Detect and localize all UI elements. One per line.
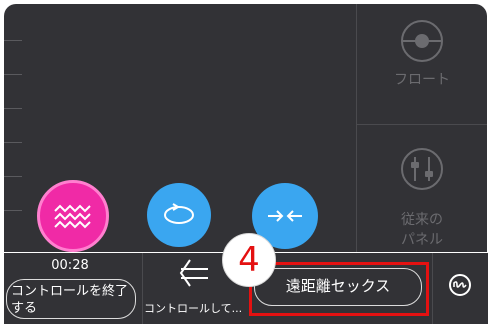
signal-wave-button[interactable] — [437, 262, 483, 308]
arrows-inward-icon — [268, 210, 302, 222]
step-number-badge: 4 — [222, 233, 276, 287]
ruler-tick — [4, 142, 22, 143]
session-timer: 00:28 — [51, 258, 89, 273]
swap-control-button[interactable] — [176, 256, 212, 296]
side-panel-divider — [357, 124, 487, 125]
ruler-tick — [4, 108, 22, 109]
control-status-label: コントロールして... — [144, 302, 243, 315]
ruler-tick — [4, 176, 22, 177]
wave-icon — [54, 204, 91, 229]
highlight-box — [249, 262, 429, 316]
wave-mode-button[interactable] — [37, 180, 109, 252]
intensity-ruler — [4, 4, 28, 252]
swap-arrows-icon — [179, 259, 208, 287]
rotate-icon — [164, 203, 194, 224]
bottom-divider — [142, 253, 143, 324]
bottom-divider — [432, 253, 433, 324]
classic-panel-button[interactable]: 従来の パネル — [357, 146, 487, 250]
signal-wave-icon — [449, 274, 471, 296]
float-label: フロート — [394, 72, 450, 88]
sliders-icon — [401, 148, 443, 190]
ruler-tick — [4, 210, 22, 211]
end-control-button[interactable]: コントロールを終了する — [6, 279, 136, 319]
ruler-tick — [4, 74, 22, 75]
rotate-mode-button[interactable] — [147, 183, 211, 247]
classic-label-line2: パネル — [401, 232, 443, 248]
classic-label-line1: 従来の — [401, 212, 443, 228]
float-mode-button[interactable]: フロート — [357, 18, 487, 90]
float-icon — [401, 20, 443, 62]
app-screen: フロート 従来の パネル 00:28 コントロールを終了する コントロールして.… — [0, 0, 488, 324]
ruler-tick — [4, 40, 22, 41]
